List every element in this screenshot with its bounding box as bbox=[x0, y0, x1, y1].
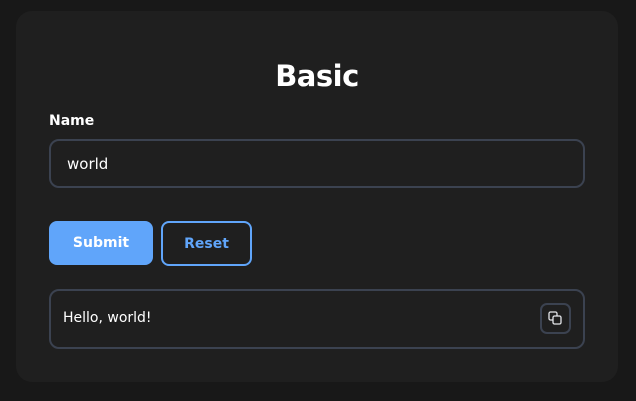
reset-button[interactable]: Reset bbox=[161, 221, 252, 266]
card-title: Basic bbox=[275, 59, 359, 93]
copy-button[interactable] bbox=[540, 303, 571, 334]
name-input[interactable] bbox=[49, 139, 585, 188]
output-box: Hello, world! bbox=[49, 289, 585, 349]
basic-card: Basic Name Submit Reset Hello, world! bbox=[16, 11, 618, 382]
name-label: Name bbox=[49, 113, 95, 129]
copy-icon bbox=[548, 311, 563, 326]
output-text: Hello, world! bbox=[63, 310, 152, 326]
submit-button[interactable]: Submit bbox=[49, 221, 153, 265]
